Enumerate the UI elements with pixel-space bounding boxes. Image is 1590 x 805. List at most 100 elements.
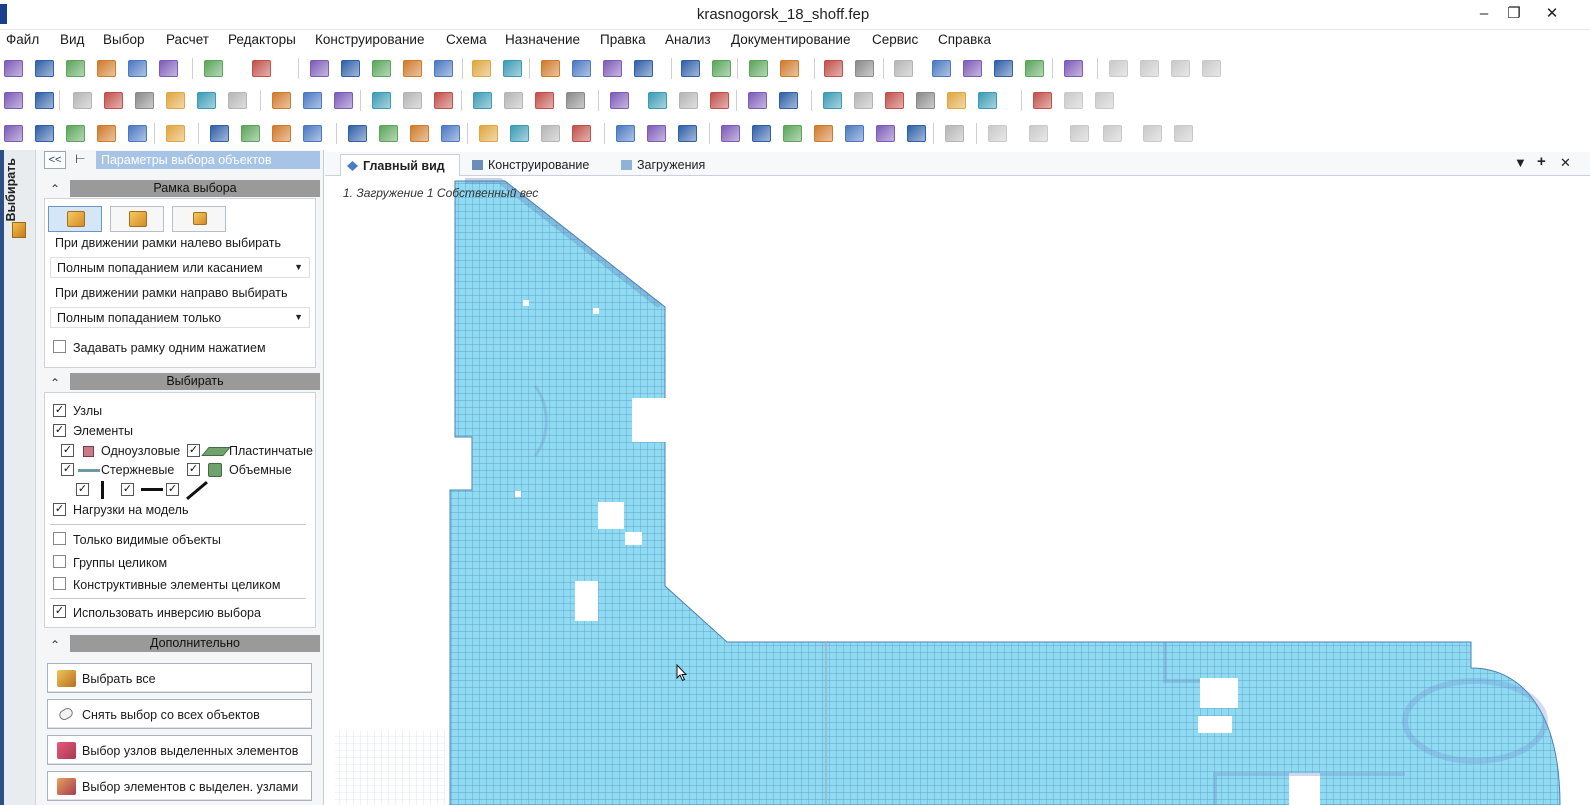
toolbar-tool-icon[interactable] [372,92,391,109]
toolbar-tool-icon[interactable] [945,125,964,142]
toolbar-tool-icon[interactable] [372,60,391,77]
toolbar-tool-icon[interactable] [310,60,329,77]
toolbar-tool-icon[interactable] [104,92,123,109]
toolbar-tool-icon[interactable] [814,125,833,142]
toolbar-tool-icon[interactable] [35,125,54,142]
toolbar-tool-icon[interactable] [135,92,154,109]
toolbar-tool-icon[interactable] [73,92,92,109]
select-all-button[interactable]: Выбрать все [47,663,312,693]
toolbar-tool-icon[interactable] [128,60,147,77]
menu-edit[interactable]: Правка [600,32,646,47]
tab-loads[interactable]: Загружения [615,154,725,176]
toolbar-tool-icon[interactable] [1103,125,1122,142]
toolbar-tool-icon[interactable] [1174,125,1193,142]
toolbar-tool-icon[interactable] [1109,60,1128,77]
frame-mode-touch-button[interactable] [110,206,164,232]
toolbar-tool-icon[interactable] [166,92,185,109]
toolbar-tool-icon[interactable] [35,92,54,109]
toolbar-tool-icon[interactable] [712,60,731,77]
toolbar-tool-icon[interactable] [35,60,54,77]
tab-list-dropdown-icon[interactable]: ▼ [1514,155,1527,170]
toolbar-tool-icon[interactable] [479,125,498,142]
toolbar-tool-icon[interactable] [679,92,698,109]
toolbar-tool-icon[interactable] [678,125,697,142]
toolbar-tool-icon[interactable] [572,125,591,142]
toolbar-tool-icon[interactable] [97,125,116,142]
toolbar-tool-icon[interactable] [348,125,367,142]
menu-service[interactable]: Сервис [872,32,918,47]
deselect-all-button[interactable]: Снять выбор со всех объектов [47,699,312,729]
toolbar-tool-icon[interactable] [97,60,116,77]
toolbar-tool-icon[interactable] [1143,125,1162,142]
constructive-whole-checkbox[interactable] [53,577,66,590]
toolbar-tool-icon[interactable] [824,60,843,77]
toolbar-tool-icon[interactable] [197,92,216,109]
toolbar-tool-icon[interactable] [210,125,229,142]
toolbar-tool-icon[interactable] [978,92,997,109]
menu-scheme[interactable]: Схема [446,32,487,47]
toolbar-tool-icon[interactable] [4,92,23,109]
menu-help[interactable]: Справка [938,32,991,47]
volume-checkbox[interactable]: ✓ [187,463,200,476]
add-tab-icon[interactable]: + [1537,153,1546,170]
toolbar-tool-icon[interactable] [228,92,247,109]
toolbar-tool-icon[interactable] [1070,125,1089,142]
toolbar-tool-icon[interactable] [4,60,23,77]
rod-horizontal-checkbox[interactable]: ✓ [121,483,134,496]
toolbar-tool-icon[interactable] [710,92,729,109]
toolbar-tool-icon[interactable] [1029,125,1048,142]
toolbar-tool-icon[interactable] [128,125,147,142]
one-click-frame-checkbox[interactable] [53,340,66,353]
toolbar-tool-icon[interactable] [783,125,802,142]
elements-checkbox[interactable]: ✓ [53,424,66,437]
frame-mode-full-button[interactable] [48,206,102,232]
menu-view[interactable]: Вид [60,32,84,47]
toolbar-tool-icon[interactable] [572,60,591,77]
toolbar-tool-icon[interactable] [855,60,874,77]
toolbar-tool-icon[interactable] [1171,60,1190,77]
only-visible-checkbox[interactable] [53,532,66,545]
toolbar-tool-icon[interactable] [634,60,653,77]
toolbar-tool-icon[interactable] [947,92,966,109]
close-button[interactable]: ✕ [1538,3,1566,25]
toolbar-tool-icon[interactable] [410,125,429,142]
rod-inclined-checkbox[interactable]: ✓ [166,483,179,496]
toolbar-tool-icon[interactable] [159,60,178,77]
toolbar-tool-icon[interactable] [603,60,622,77]
toolbar-tool-icon[interactable] [1095,92,1114,109]
toolbar-tool-icon[interactable] [963,60,982,77]
toolbar-tool-icon[interactable] [616,125,635,142]
menu-select[interactable]: Выбор [103,32,144,47]
toolbar-tool-icon[interactable] [334,92,353,109]
use-inversion-checkbox[interactable]: ✓ [53,605,66,618]
menu-design[interactable]: Конструирование [315,32,424,47]
toolbar-tool-icon[interactable] [1202,60,1221,77]
menu-file[interactable]: Файл [6,32,39,47]
toolbar-tool-icon[interactable] [1140,60,1159,77]
toolbar-tool-icon[interactable] [610,92,629,109]
pin-icon[interactable]: ⊢ [75,152,85,166]
toolbar-tool-icon[interactable] [403,60,422,77]
toolbar-tool-icon[interactable] [379,125,398,142]
toolbar-tool-icon[interactable] [303,125,322,142]
select-elements-with-nodes-button[interactable]: Выбор элементов с выделен. узлами [47,771,312,801]
toolbar-tool-icon[interactable] [994,60,1013,77]
minimize-button[interactable]: – [1470,3,1498,25]
toolbar-tool-icon[interactable] [66,125,85,142]
toolbar-tool-icon[interactable] [876,125,895,142]
plate-checkbox[interactable]: ✓ [187,444,200,457]
toolbar-tool-icon[interactable] [403,92,422,109]
section-header-select[interactable]: Выбирать [70,373,320,390]
toolbar-tool-icon[interactable] [341,60,360,77]
toolbar-tool-icon[interactable] [472,60,491,77]
toolbar-tool-icon[interactable] [272,92,291,109]
toolbar-tool-icon[interactable] [681,60,700,77]
toolbar-tool-icon[interactable] [541,60,560,77]
toolbar-tool-icon[interactable] [504,92,523,109]
toolbar-tool-icon[interactable] [503,60,522,77]
chevron-up-icon[interactable]: ⌃ [48,376,62,390]
toolbar-tool-icon[interactable] [1064,60,1083,77]
toolbar-tool-icon[interactable] [510,125,529,142]
side-tab-select[interactable]: Выбирать [4,158,28,222]
toolbar-tool-icon[interactable] [1033,92,1052,109]
